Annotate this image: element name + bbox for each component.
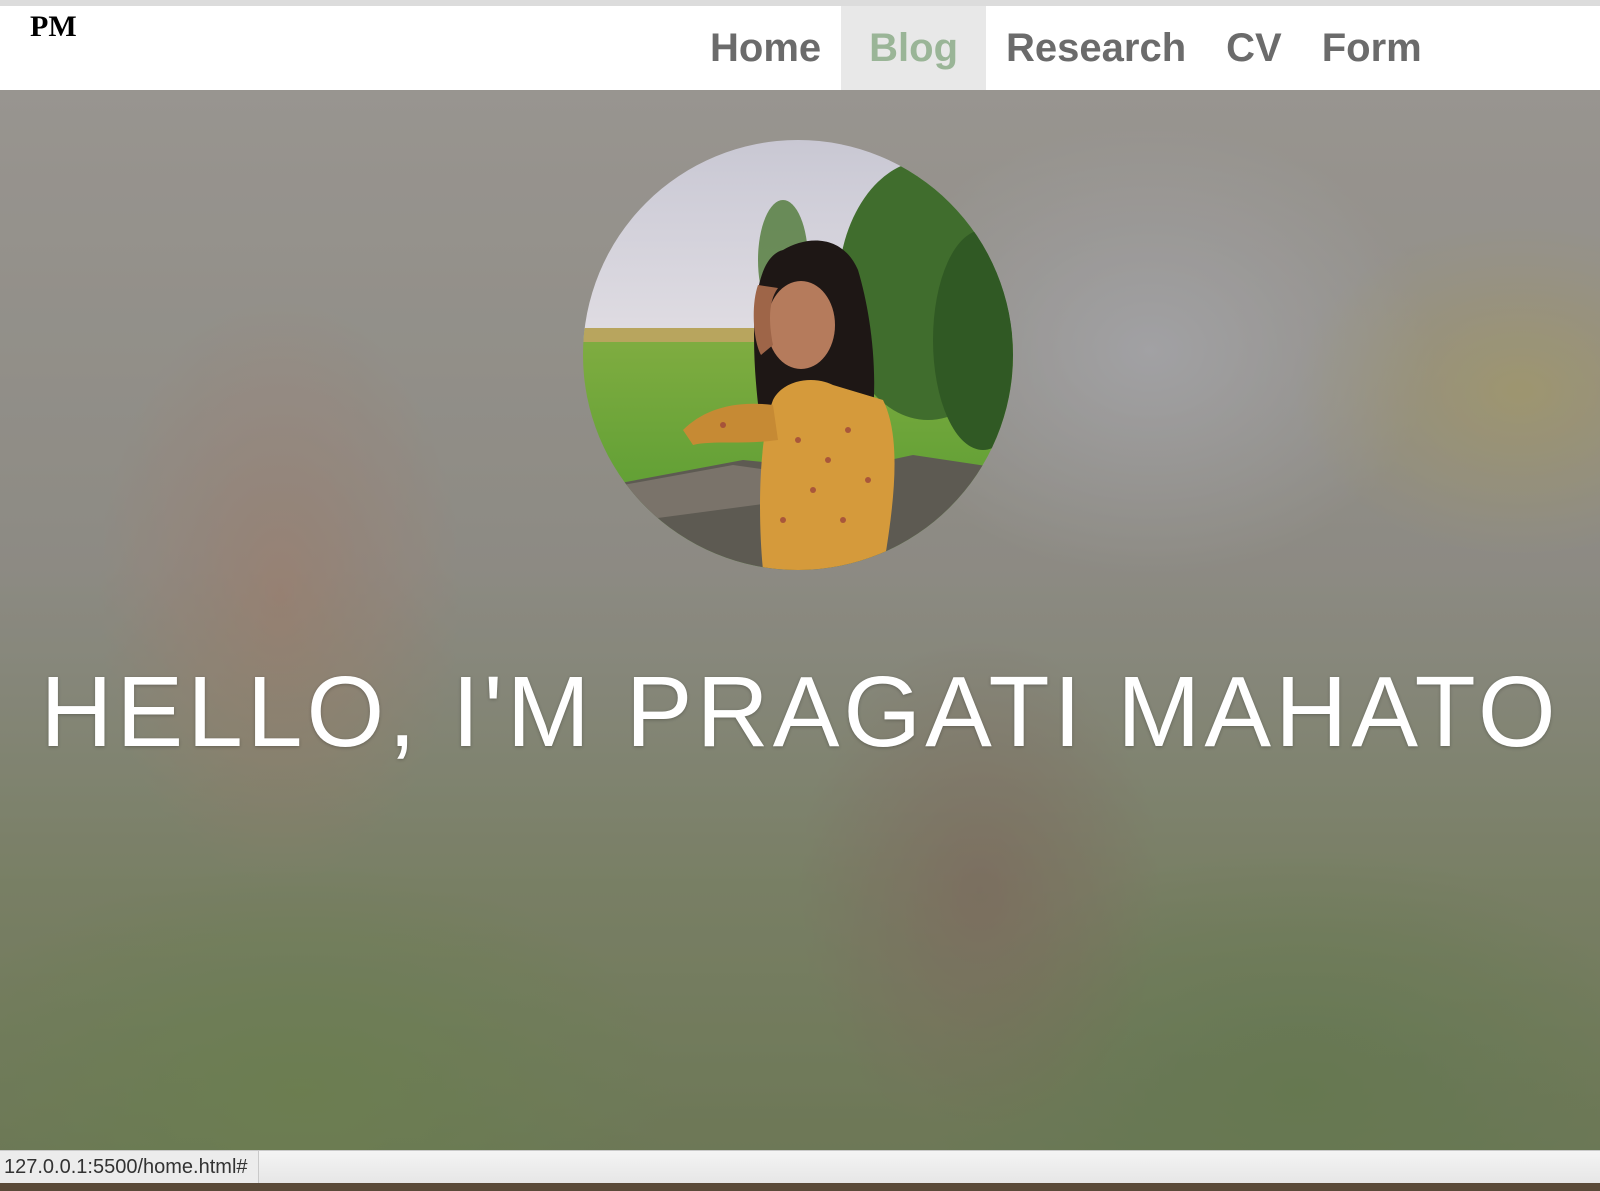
nav-form[interactable]: Form: [1302, 6, 1442, 90]
site-navbar: PM Home Blog Research CV Form: [0, 6, 1600, 91]
hero-section: HELLO, I'M PRAGATI MAHATO: [0, 90, 1600, 1150]
hero-headline: HELLO, I'M PRAGATI MAHATO: [40, 656, 1560, 768]
nav-cv[interactable]: CV: [1206, 6, 1302, 90]
site-logo[interactable]: PM: [30, 10, 77, 44]
nav-blog[interactable]: Blog: [841, 6, 987, 90]
browser-status-bar: 127.0.0.1:5500/home.html#: [0, 1150, 1600, 1184]
nav-research[interactable]: Research: [986, 6, 1206, 90]
nav-menu: Home Blog Research CV Form: [690, 6, 1442, 90]
profile-photo: [583, 140, 1013, 570]
page-bottom-edge: [0, 1183, 1600, 1191]
nav-home[interactable]: Home: [690, 6, 841, 90]
status-url: 127.0.0.1:5500/home.html#: [0, 1151, 259, 1184]
